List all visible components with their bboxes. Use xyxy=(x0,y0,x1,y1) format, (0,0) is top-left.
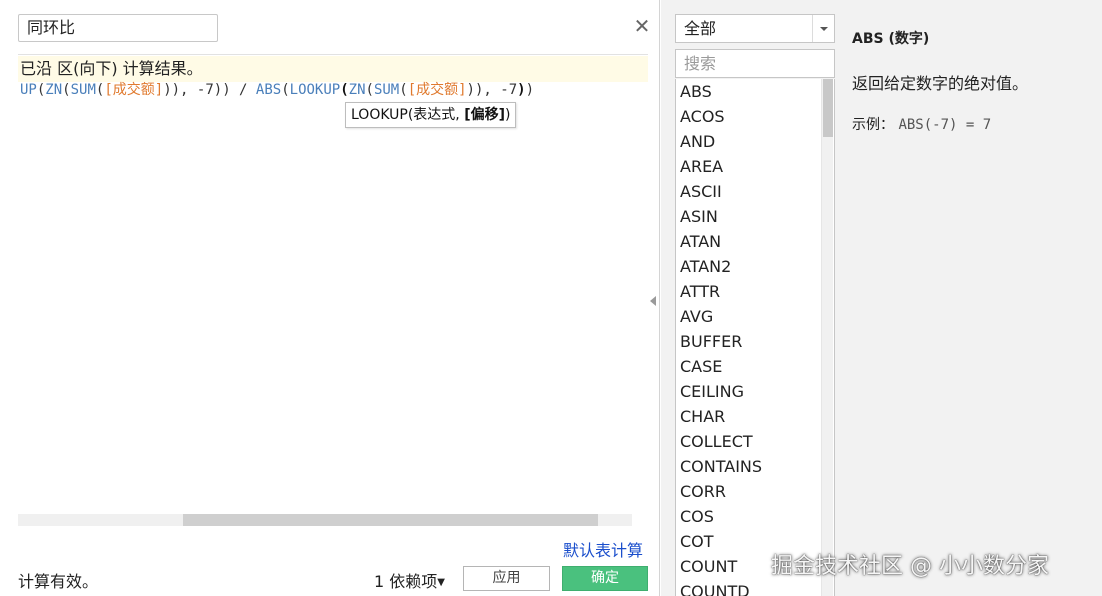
formula-token: ) xyxy=(517,82,526,98)
function-signature: ABS (数字) xyxy=(852,31,930,47)
formula-token: )), -7)) / xyxy=(163,82,256,98)
function-list-item[interactable]: COUNTD xyxy=(676,579,834,596)
function-list-item[interactable]: ASIN xyxy=(676,204,834,229)
function-list-item[interactable]: CORR xyxy=(676,479,834,504)
editor-divider xyxy=(18,54,648,55)
dependencies-dropdown[interactable]: 1 依赖项▼ xyxy=(374,568,445,592)
formula-token: ZN xyxy=(45,82,63,98)
functions-help-panel: 全部 ABSACOSANDAREAASCIIASINATANATAN2ATTRA… xyxy=(661,0,1102,596)
formula-token: UP xyxy=(20,82,37,98)
function-list-item[interactable]: BUFFER xyxy=(676,329,834,354)
function-list-items: ABS ACOS AND AREA ASCII ASIN ATAN ATAN2 ATTR AVG B… xyxy=(676,79,834,596)
apply-button[interactable]: 应用 xyxy=(463,566,550,591)
calculation-editor: 同环比 ✕ 已沿 区(向下) 计算结果。 UP(ZN(SUM([成交额])), … xyxy=(0,0,660,596)
function-list-item[interactable]: AVG xyxy=(676,304,834,329)
chevron-down-icon[interactable] xyxy=(812,15,834,42)
formula-token: ( xyxy=(62,82,71,98)
function-list-item[interactable]: ATAN xyxy=(676,229,834,254)
function-description: 返回给定数字的绝对值。 xyxy=(852,74,1029,93)
function-category-value: 全部 xyxy=(684,19,717,38)
formula-token: ( xyxy=(340,82,349,98)
function-list-item[interactable]: CHAR xyxy=(676,404,834,429)
function-list-item[interactable]: COS xyxy=(676,504,834,529)
tooltip-bold-arg: [偏移] xyxy=(464,107,505,123)
default-table-calculation-link[interactable]: 默认表计算 xyxy=(563,537,643,561)
tooltip-prefix: LOOKUP(表达式, xyxy=(351,107,465,123)
formula-token: ) xyxy=(525,82,534,98)
function-list-item[interactable]: CASE xyxy=(676,354,834,379)
function-list-item[interactable]: ATTR xyxy=(676,279,834,304)
watermark: 掘金技术社区 @ 小小数分家 xyxy=(771,554,1049,579)
function-list-item[interactable]: AREA xyxy=(676,154,834,179)
function-list-item[interactable]: CEILING xyxy=(676,379,834,404)
formula-token: )), -7 xyxy=(466,82,518,98)
formula-token: SUM xyxy=(70,82,96,98)
formula-token: ZN xyxy=(348,82,366,98)
function-signature-tooltip: LOOKUP(表达式, [偏移]) xyxy=(345,102,517,128)
formula-token: [成交额] xyxy=(407,82,467,98)
horizontal-scrollbar-thumb[interactable] xyxy=(183,514,598,526)
calculation-status-banner: 已沿 区(向下) 计算结果。 xyxy=(18,56,648,82)
validity-status-text: 计算有效。 xyxy=(18,572,99,591)
caret-down-icon: ▼ xyxy=(437,577,445,588)
formula-token: SUM xyxy=(373,82,400,98)
collapse-panel-arrow-icon[interactable] xyxy=(650,296,656,306)
function-list-scrollbar[interactable] xyxy=(821,79,833,596)
function-list-item[interactable]: ASCII xyxy=(676,179,834,204)
function-list-item[interactable]: AND xyxy=(676,129,834,154)
close-icon[interactable]: ✕ xyxy=(632,16,652,36)
function-list-item[interactable]: ATAN2 xyxy=(676,254,834,279)
tooltip-suffix: ) xyxy=(505,107,511,123)
formula-token: ( xyxy=(281,82,290,98)
formula-token: ABS xyxy=(255,82,282,98)
function-list-item[interactable]: COLLECT xyxy=(676,429,834,454)
formula-token: ( xyxy=(399,82,408,98)
function-category-select[interactable]: 全部 xyxy=(675,14,835,43)
function-list-item[interactable]: CONTAINS xyxy=(676,454,834,479)
formula-editor[interactable]: UP(ZN(SUM([成交额])), -7)) / ABS(LOOKUP(ZN(… xyxy=(20,80,650,102)
function-example-code: ABS(-7) = 7 xyxy=(898,117,992,133)
ok-button[interactable]: 确定 xyxy=(562,566,648,591)
dependencies-label: 1 依赖项 xyxy=(374,572,438,591)
formula-token: LOOKUP xyxy=(289,82,341,98)
formula-token: ( xyxy=(365,82,374,98)
function-list-item[interactable]: ABS xyxy=(676,79,834,104)
function-example: 示例： ABS(-7) = 7 xyxy=(852,114,991,134)
horizontal-scrollbar[interactable] xyxy=(18,514,632,526)
function-example-label: 示例： xyxy=(852,117,894,133)
function-list-scrollbar-thumb[interactable] xyxy=(823,79,833,137)
function-search-input[interactable] xyxy=(675,49,835,78)
function-list: ABS ACOS AND AREA ASCII ASIN ATAN ATAN2 ATTR AVG B… xyxy=(675,79,835,596)
formula-token: [成交额] xyxy=(104,82,164,98)
calculation-name-field[interactable]: 同环比 xyxy=(18,14,218,42)
function-list-item[interactable]: ACOS xyxy=(676,104,834,129)
